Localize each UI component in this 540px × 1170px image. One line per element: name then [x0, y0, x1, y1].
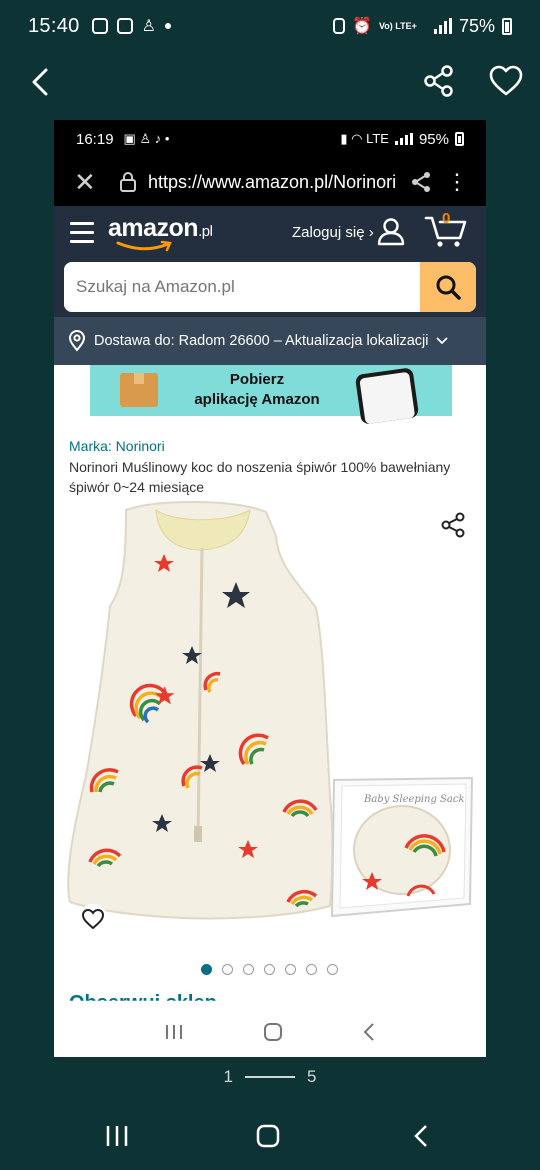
inner-nav-bar — [54, 1007, 486, 1057]
signal-icon — [433, 18, 452, 34]
carousel-dot[interactable] — [306, 964, 317, 975]
inner-notification-icons: ▣ ♙ ♪ • — [123, 131, 170, 146]
instagram-icon — [91, 18, 108, 34]
hamburger-menu-icon[interactable] — [70, 222, 94, 243]
carousel-dot[interactable] — [264, 964, 275, 975]
brand-link[interactable]: Marka: Norinori — [69, 438, 165, 454]
product-image[interactable]: Baby Sleeping Sack — [54, 496, 486, 936]
android-icon: ♙ — [141, 18, 156, 35]
amazon-logo[interactable]: amazon.pl — [108, 214, 213, 243]
gallery-icon — [116, 18, 133, 34]
page-current: 1 — [223, 1067, 233, 1086]
network-label: Vo) LTE+ — [378, 20, 417, 31]
battery-icon — [502, 17, 512, 35]
nav-back-icon[interactable] — [362, 1022, 376, 1042]
home-icon[interactable] — [263, 1022, 283, 1042]
battery-saver-icon — [333, 18, 346, 34]
pager-line — [245, 1076, 295, 1078]
page-total: 5 — [307, 1067, 317, 1086]
system-nav-bar — [106, 1124, 427, 1148]
wishlist-heart-icon — [81, 908, 105, 930]
more-notifications-icon — [164, 23, 171, 29]
screenshot-frame: 16:19 ▣ ♙ ♪ • ▮ ◠ LTE 95% ✕ https://www.… — [54, 120, 486, 1057]
inner-battery-icon — [455, 132, 464, 146]
system-status-bar: 15:40 ♙ ⏰ Vo) LTE+ 75% — [0, 0, 540, 52]
search-icon — [436, 275, 461, 300]
add-to-wishlist-button[interactable] — [78, 904, 108, 934]
inner-status-bar: 16:19 ▣ ♙ ♪ • ▮ ◠ LTE 95% — [54, 120, 486, 158]
product-title: Norinori Muślinowy koc do noszenia śpiwó… — [69, 459, 451, 495]
inner-signal-icon — [394, 133, 413, 145]
delivery-text: Dostawa do: Radom 26600 – Aktualizacja l… — [94, 333, 429, 349]
status-time: 15:40 — [28, 14, 80, 37]
search-input[interactable] — [64, 262, 420, 312]
lock-icon — [120, 172, 136, 192]
inner-status-time: 16:19 — [76, 130, 114, 148]
gift-box-illustration: Baby Sleeping Sack — [330, 776, 474, 918]
image-carousel-dots — [201, 964, 338, 975]
carousel-dot[interactable] — [285, 964, 296, 975]
notification-icons: ♙ — [91, 16, 171, 36]
recent-apps-icon[interactable] — [164, 1023, 184, 1041]
browser-url-bar: ✕ https://www.amazon.pl/Norinori ⋮ — [54, 158, 486, 206]
chevron-down-icon — [435, 337, 448, 345]
carousel-dot[interactable] — [327, 964, 338, 975]
close-tab-icon[interactable]: ✕ — [74, 167, 104, 198]
carousel-dot[interactable] — [243, 964, 254, 975]
amazon-smile-icon — [116, 240, 172, 252]
gallery-pager: 1 5 — [0, 1067, 540, 1087]
carousel-dot[interactable] — [201, 964, 212, 975]
system-recent-apps-icon[interactable] — [106, 1126, 128, 1146]
user-account-icon[interactable] — [376, 216, 406, 246]
search-bar — [64, 262, 476, 312]
inner-wifi-icon: ▮ ◠ LTE — [340, 131, 389, 146]
battery-percent: 75% — [458, 15, 495, 36]
favorite-heart-icon[interactable] — [488, 64, 524, 98]
alarm-icon: ⏰ — [352, 18, 372, 35]
browser-menu-icon[interactable]: ⋮ — [446, 171, 468, 193]
search-button[interactable] — [420, 262, 476, 312]
system-home-icon[interactable] — [256, 1124, 280, 1148]
system-back-icon[interactable] — [414, 1125, 427, 1147]
gallery-toolbar — [0, 52, 540, 112]
browser-share-icon[interactable] — [410, 171, 432, 193]
url-text[interactable]: https://www.amazon.pl/Norinori — [148, 172, 400, 193]
amazon-header: amazon.pl Zaloguj się › 0 — [54, 206, 486, 317]
location-pin-icon — [68, 330, 86, 352]
carousel-dot[interactable] — [222, 964, 233, 975]
signin-link[interactable]: Zaloguj się › — [292, 224, 374, 241]
status-right: ⏰ Vo) LTE+ 75% — [333, 16, 512, 37]
cart-count-badge: 0 — [442, 210, 451, 227]
back-icon[interactable] — [28, 66, 56, 98]
share-icon[interactable] — [422, 64, 456, 98]
inner-battery-percent: 95% — [418, 130, 449, 148]
delivery-location-bar[interactable]: Dostawa do: Radom 26600 – Aktualizacja l… — [54, 317, 486, 365]
phone-illustration — [354, 367, 420, 425]
app-download-banner[interactable]: Pobierz aplikację Amazon — [90, 365, 452, 425]
svg-text:Baby Sleeping Sack: Baby Sleeping Sack — [363, 794, 465, 805]
product-share-icon[interactable] — [440, 512, 466, 538]
